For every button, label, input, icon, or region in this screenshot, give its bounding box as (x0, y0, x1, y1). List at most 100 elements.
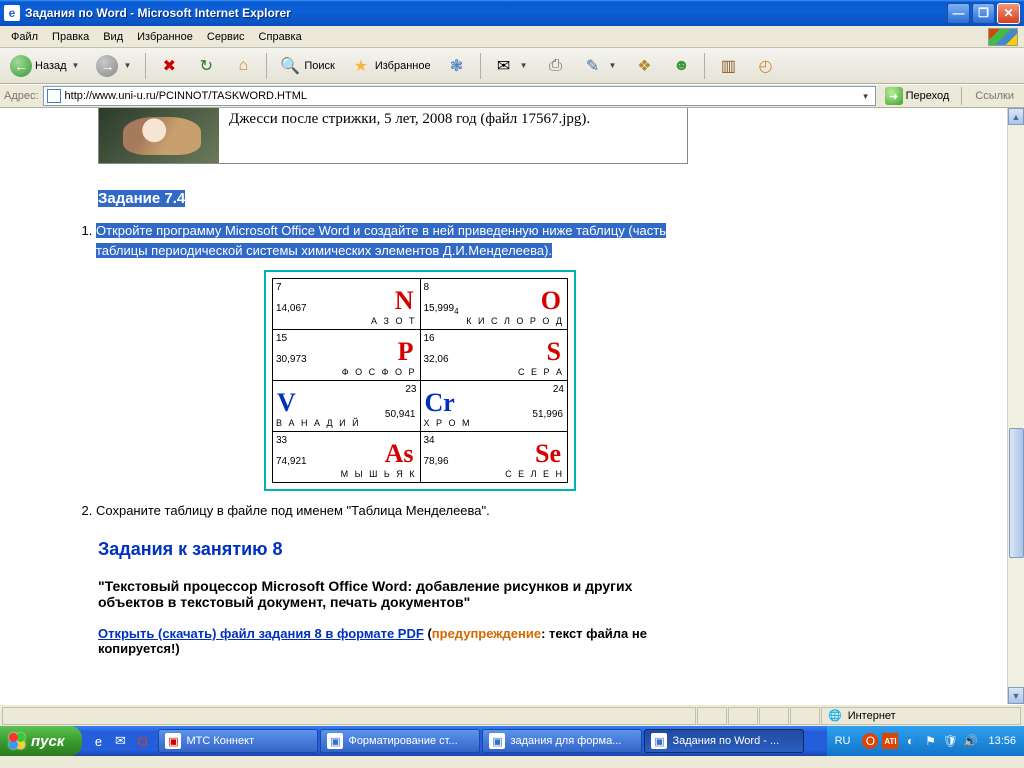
taskbar: пуск e ✉ O ▣МТС Коннект▣Форматирование с… (0, 726, 1024, 756)
scroll-down-button[interactable]: ▼ (1008, 687, 1024, 704)
close-button[interactable]: ✕ (997, 3, 1020, 24)
go-button[interactable]: ➜ Переход (880, 85, 955, 107)
status-pane (759, 707, 789, 725)
forward-button[interactable]: → ▼ (90, 52, 139, 80)
element-cell: 16S32,06С Е Р А (420, 330, 568, 381)
print-button[interactable]: ⎙ (539, 52, 573, 80)
chevron-down-icon[interactable]: ▼ (518, 61, 530, 70)
search-icon: 🔍 (279, 55, 301, 77)
minimize-button[interactable]: — (947, 3, 970, 24)
chevron-down-icon[interactable]: ▼ (860, 92, 872, 101)
menu-edit[interactable]: Правка (45, 29, 96, 45)
vertical-scrollbar[interactable]: ▲ ▼ (1007, 108, 1024, 704)
status-pane (2, 707, 696, 725)
separator (704, 53, 705, 79)
messenger-button[interactable]: ☻ (664, 52, 698, 80)
warning-label: предупреждение (432, 626, 541, 641)
taskbar-task[interactable]: ▣задания для форма... (482, 729, 642, 753)
address-field[interactable]: http://www.uni-u.ru/PCINNOT/TASKWORD.HTM… (43, 86, 876, 106)
status-pane (697, 707, 727, 725)
windows-flag-icon (988, 28, 1018, 46)
chevron-down-icon[interactable]: ▼ (607, 61, 619, 70)
element-cell: 23V50,941В А Н А Д И Й (273, 381, 421, 432)
toolbar: ← Назад ▼ → ▼ ✖ ↻ ⌂ 🔍Поиск ★Избранное ❃ … (0, 48, 1024, 84)
address-bar: Адрес: http://www.uni-u.ru/PCINNOT/TASKW… (0, 84, 1024, 108)
status-bar: 🌐 Интернет (0, 704, 1024, 726)
start-button[interactable]: пуск (0, 726, 82, 756)
menu-tools[interactable]: Сервис (200, 29, 252, 45)
menubar: Файл Правка Вид Избранное Сервис Справка (0, 26, 1024, 48)
taskbar-task[interactable]: ▣Задания по Word - ... (644, 729, 804, 753)
stop-icon: ✖ (158, 55, 180, 77)
window-titlebar: e Задания по Word - Microsoft Internet E… (0, 0, 1024, 26)
history-button[interactable]: ❃ (440, 52, 474, 80)
tray-icon[interactable]: 🛡 (942, 733, 958, 749)
menu-help[interactable]: Справка (252, 29, 309, 45)
favorites-button[interactable]: ★Избранное (344, 52, 437, 80)
menu-favorites[interactable]: Избранное (130, 29, 200, 45)
quick-launch: e ✉ O (88, 731, 152, 751)
home-button[interactable]: ⌂ (226, 52, 260, 80)
list-item: Сохраните таблицу в файле под именем "Та… (96, 501, 688, 521)
globe-icon: 🌐 (828, 709, 842, 722)
menu-view[interactable]: Вид (96, 29, 130, 45)
download-pdf-link[interactable]: Открыть (скачать) файл задания 8 в форма… (98, 626, 424, 641)
tray-icon[interactable]: ◐ (902, 733, 918, 749)
ie-icon: e (4, 5, 20, 21)
tray-icon[interactable]: ⚑ (922, 733, 938, 749)
address-label: Адрес: (4, 90, 39, 102)
element-cell: 8O15,9994К И С Л О Р О Д (420, 279, 568, 330)
periodic-table-image: 7N14,067А З О Т8O15,9994К И С Л О Р О Д1… (264, 270, 576, 491)
opera-tray-icon[interactable]: O (862, 733, 878, 749)
go-arrow-icon: ➜ (885, 87, 903, 105)
tool-icon-button[interactable]: ◴ (748, 52, 782, 80)
forward-arrow-icon: → (96, 55, 118, 77)
research-button[interactable]: ▥ (711, 52, 745, 80)
photo-caption: Джесси после стрижки, 5 лет, 2008 год (ф… (219, 108, 687, 163)
window-title: Задания по Word - Microsoft Internet Exp… (25, 6, 945, 20)
menu-file[interactable]: Файл (4, 29, 45, 45)
element-cell: 33As74,921М Ы Ш Ь Я К (273, 432, 421, 483)
taskbar-task[interactable]: ▣МТС Коннект (158, 729, 318, 753)
element-cell: 24Cr51,996Х Р О М (420, 381, 568, 432)
system-tray: RU O ATI ◐ ⚑ 🛡 🔊 13:56 (827, 726, 1024, 756)
photo-thumbnail (99, 108, 219, 163)
stop-button[interactable]: ✖ (152, 52, 186, 80)
clock[interactable]: 13:56 (988, 735, 1016, 747)
separator (145, 53, 146, 79)
star-icon: ★ (350, 55, 372, 77)
scroll-up-button[interactable]: ▲ (1008, 108, 1024, 125)
ati-tray-icon[interactable]: ATI (882, 733, 898, 749)
volume-icon[interactable]: 🔊 (962, 733, 978, 749)
maximize-button[interactable]: ❐ (972, 3, 995, 24)
mail-button[interactable]: ✉▼ (487, 52, 536, 80)
search-button[interactable]: 🔍Поиск (273, 52, 340, 80)
discuss-icon: ❖ (633, 55, 655, 77)
language-indicator[interactable]: RU (835, 735, 851, 747)
refresh-button[interactable]: ↻ (189, 52, 223, 80)
separator (961, 87, 962, 105)
back-button[interactable]: ← Назад ▼ (4, 52, 87, 80)
refresh-icon: ↻ (195, 55, 217, 77)
messenger-icon: ☻ (670, 55, 692, 77)
element-cell: 34Se78,96С Е Л Е Н (420, 432, 568, 483)
home-icon: ⌂ (232, 55, 254, 77)
history-icon: ❃ (446, 55, 468, 77)
separator (480, 53, 481, 79)
element-cell: 15P30,973Ф О С Ф О Р (273, 330, 421, 381)
mail-quick-icon[interactable]: ✉ (110, 731, 130, 751)
links-button[interactable]: Ссылки (969, 90, 1020, 102)
ie-quick-icon[interactable]: e (88, 731, 108, 751)
scroll-thumb[interactable] (1009, 428, 1024, 558)
opera-quick-icon[interactable]: O (132, 731, 152, 751)
edit-button[interactable]: ✎▼ (576, 52, 625, 80)
print-icon: ⎙ (545, 55, 567, 77)
taskbar-task[interactable]: ▣Форматирование ст... (320, 729, 480, 753)
chevron-down-icon[interactable]: ▼ (70, 61, 82, 70)
chevron-down-icon[interactable]: ▼ (121, 61, 133, 70)
windows-logo-icon (8, 732, 26, 750)
element-cell: 7N14,067А З О Т (273, 279, 421, 330)
discuss-button[interactable]: ❖ (627, 52, 661, 80)
palette-icon: ◴ (754, 55, 776, 77)
edit-icon: ✎ (582, 55, 604, 77)
